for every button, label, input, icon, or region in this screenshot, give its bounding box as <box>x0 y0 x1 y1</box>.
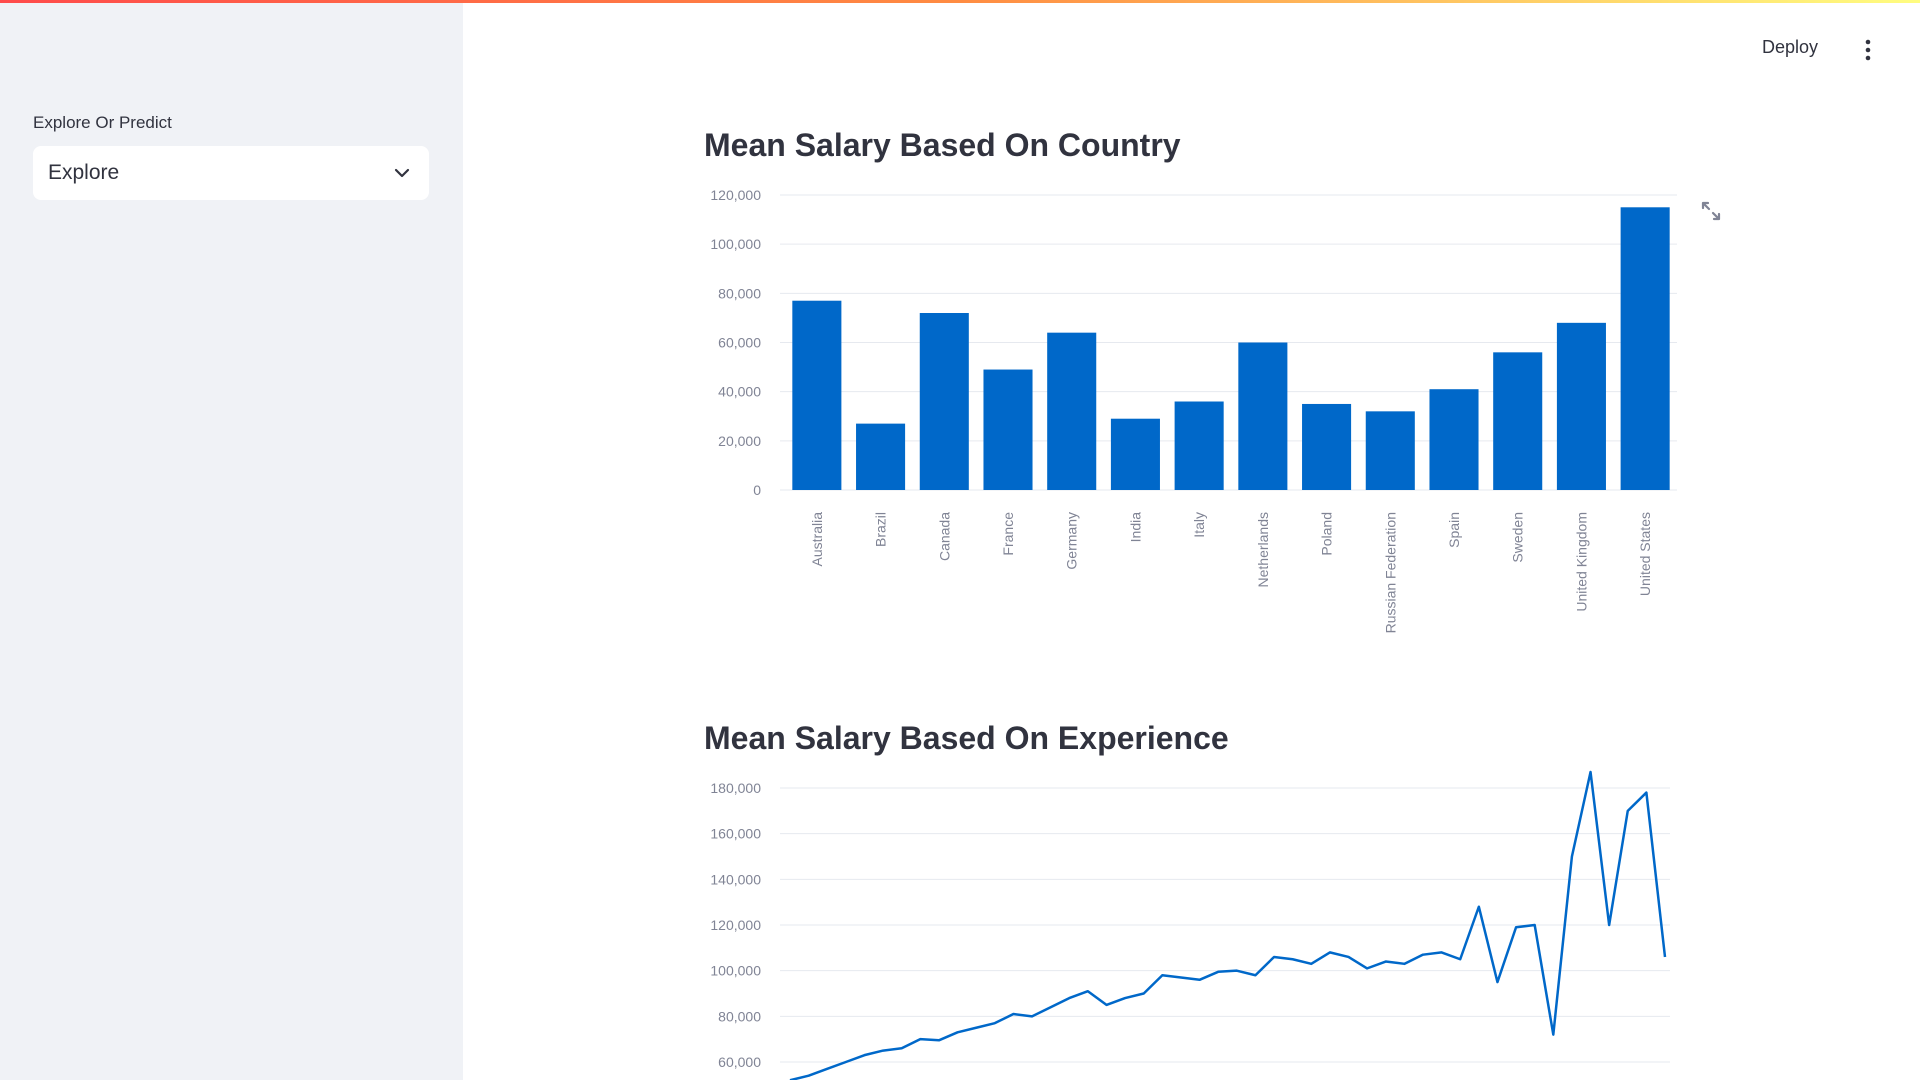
bar <box>1047 332 1097 490</box>
x-tick-label: Russian Federation <box>1382 512 1398 633</box>
x-tick-label: India <box>1127 512 1143 543</box>
bar <box>1110 418 1160 490</box>
experience-line-svg: 60,000 80,000 100,000 120,000 140,000 160,000… <box>710 770 1670 1080</box>
y-tick-label: 80,000 <box>718 285 761 301</box>
y-tick-label: 100,000 <box>710 963 761 979</box>
more-vert-icon[interactable] <box>1860 37 1876 63</box>
fullscreen-icon[interactable] <box>1700 200 1722 222</box>
experience-line-chart: 60,000 80,000 100,000 120,000 140,000 160,000… <box>680 770 1730 1080</box>
chevron-down-icon <box>394 168 410 178</box>
y-tick-label: 60,000 <box>718 1054 761 1070</box>
x-tick-label: Netherlands <box>1255 512 1271 588</box>
y-tick-label: 0 <box>753 482 761 498</box>
x-tick-label: Spain <box>1446 512 1462 548</box>
bar <box>1493 352 1543 490</box>
x-tick-label: Poland <box>1319 512 1335 556</box>
x-tick-label: United States <box>1637 512 1653 596</box>
country-bar-chart: 0 20,000 40,000 60,000 80,000 100,000 120,000 A… <box>680 180 1730 660</box>
bar <box>1429 389 1479 490</box>
select-label: Explore Or Predict <box>33 113 172 132</box>
bar <box>792 300 842 490</box>
sidebar: Explore Or Predict Explore <box>0 0 463 1080</box>
y-tick-label: 160,000 <box>710 826 761 842</box>
bar <box>919 313 969 490</box>
y-tick-label: 120,000 <box>710 187 761 203</box>
x-tick-label: Sweden <box>1510 512 1526 563</box>
x-tick-label: Brazil <box>873 512 889 547</box>
y-tick-label: 40,000 <box>718 384 761 400</box>
y-tick-label: 80,000 <box>718 1008 761 1024</box>
explore-predict-select[interactable]: Explore <box>33 146 429 200</box>
x-tick-label: Canada <box>936 512 952 561</box>
x-tick-label: France <box>1000 512 1016 556</box>
country-bar-svg: 0 20,000 40,000 60,000 80,000 100,000 120,000 A… <box>710 187 1677 633</box>
x-tick-label: United Kingdom <box>1573 512 1589 612</box>
country-chart-title: Mean Salary Based On Country <box>704 127 1181 163</box>
y-tick-label: 20,000 <box>718 433 761 449</box>
bar <box>983 369 1033 490</box>
series-line <box>789 770 1667 1080</box>
bar <box>1556 322 1606 490</box>
bar <box>1174 401 1224 490</box>
select-value: Explore <box>48 161 120 184</box>
y-tick-label: 100,000 <box>710 236 761 252</box>
bar <box>1620 207 1670 490</box>
y-tick-label: 60,000 <box>718 335 761 351</box>
y-tick-label: 120,000 <box>710 917 761 933</box>
bar <box>1302 403 1352 490</box>
experience-chart-title: Mean Salary Based On Experience <box>704 720 1229 756</box>
deploy-button[interactable]: Deploy <box>1762 37 1818 58</box>
y-tick-label: 140,000 <box>710 871 761 887</box>
x-tick-label: Germany <box>1064 512 1080 570</box>
bar <box>856 423 906 490</box>
y-tick-label: 180,000 <box>710 780 761 796</box>
x-tick-label: Italy <box>1191 512 1207 538</box>
bar <box>1365 411 1415 490</box>
x-tick-label: Australia <box>809 512 825 567</box>
top-decoration-bar <box>0 0 1920 3</box>
bar <box>1238 342 1288 490</box>
